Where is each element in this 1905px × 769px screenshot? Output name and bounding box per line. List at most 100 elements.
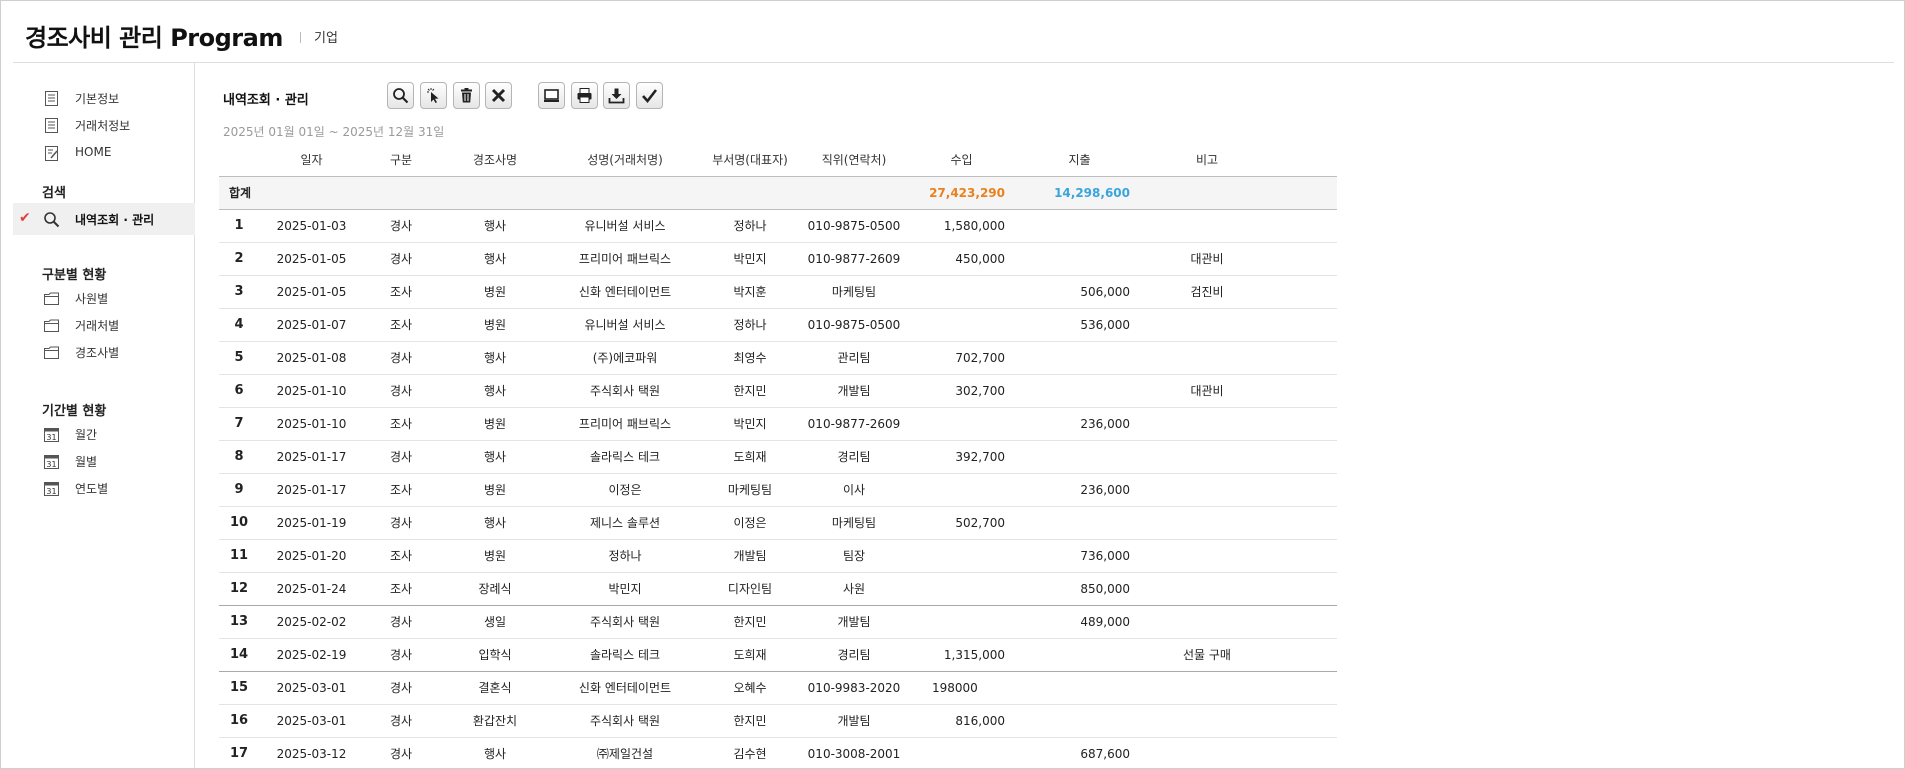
table-row[interactable]: 16 2025-03-01 경사 환갑잔치 주식회사 택원 한지민 개발팀 816,000 — [219, 704, 1337, 738]
cell-dept: 박지훈 — [698, 275, 802, 309]
cell-income — [906, 407, 1017, 441]
cell-position: 010-3008-2001 — [802, 737, 906, 768]
cell-income: 302,700 — [906, 374, 1017, 408]
cell-note — [1142, 737, 1272, 768]
cell-type: 조사 — [364, 572, 438, 606]
row-spacer — [1272, 275, 1337, 309]
cancel-button[interactable] — [485, 82, 512, 109]
table-row[interactable]: 1 2025-01-03 경사 행사 유니버설 서비스 정하나 010-9875-0500 1… — [219, 209, 1337, 243]
column-header-no — [219, 144, 259, 177]
cell-note — [1142, 671, 1272, 705]
row-number: 5 — [219, 341, 259, 375]
cell-dept: 박민지 — [698, 407, 802, 441]
column-header[interactable]: 직위(연락처) — [802, 144, 906, 177]
cell-position: 경리팀 — [802, 638, 906, 672]
sidebar-item-history[interactable]: ✔ 내역조회 · 관리 — [13, 203, 195, 235]
column-header[interactable]: 경조사명 — [438, 144, 552, 177]
cell-type: 경사 — [364, 737, 438, 768]
cell-expense: 736,000 — [1017, 539, 1142, 573]
print-button[interactable] — [571, 82, 598, 109]
column-header[interactable]: 성명(거래처명) — [552, 144, 698, 177]
table-row[interactable]: 12 2025-01-24 조사 장례식 박민지 디자인팀 사원 850,000 — [219, 572, 1337, 606]
confirm-button[interactable] — [636, 82, 663, 109]
cell-note: 대관비 — [1142, 374, 1272, 408]
table-row[interactable]: 8 2025-01-17 경사 행사 솔라릭스 테크 도희재 경리팀 392,700 — [219, 440, 1337, 474]
cell-note: 선물 구매 — [1142, 638, 1272, 672]
download-icon — [608, 88, 625, 104]
table-row[interactable]: 14 2025-02-19 경사 입학식 솔라릭스 테크 도희재 경리팀 1,315,000 선… — [219, 638, 1337, 672]
row-number: 11 — [219, 539, 259, 573]
svg-text:31: 31 — [46, 433, 56, 442]
row-number: 6 — [219, 374, 259, 408]
sidebar-item-label: 거래처별 — [75, 319, 120, 333]
column-header[interactable]: 비고 — [1142, 144, 1272, 177]
check-icon — [642, 89, 658, 104]
row-number: 15 — [219, 671, 259, 705]
cell-income — [906, 737, 1017, 768]
cell-expense — [1017, 341, 1142, 375]
cell-income — [906, 539, 1017, 573]
row-number: 10 — [219, 506, 259, 540]
cell-expense — [1017, 374, 1142, 408]
cell-dept: 도희재 — [698, 440, 802, 474]
table-row[interactable]: 5 2025-01-08 경사 행사 (주)에코파워 최영수 관리팀 702,700 — [219, 341, 1337, 375]
cell-date: 2025-03-01 — [259, 671, 364, 705]
sidebar-item-by-event[interactable]: 경조사별 — [13, 336, 195, 368]
cell-position: 개발팀 — [802, 605, 906, 639]
table-row[interactable]: 6 2025-01-10 경사 행사 주식회사 택원 한지민 개발팀 302,700 대관비 — [219, 374, 1337, 408]
cell-dept: 한지민 — [698, 605, 802, 639]
column-header[interactable]: 일자 — [259, 144, 364, 177]
table-header-row: 일자 구분 경조사명 성명(거래처명) 부서명(대표자) 직위(연락처) 수입 … — [219, 144, 1337, 177]
table-row[interactable]: 2 2025-01-05 경사 행사 프리미어 패브릭스 박민지 010-9877-2609… — [219, 242, 1337, 276]
row-number: 14 — [219, 638, 259, 672]
cell-income — [906, 275, 1017, 309]
cell-income: 198000 — [906, 671, 1017, 705]
row-spacer — [1272, 737, 1337, 768]
cell-dept: 김수현 — [698, 737, 802, 768]
delete-button[interactable] — [453, 82, 480, 109]
table-row[interactable]: 7 2025-01-10 조사 병원 프리미어 패브릭스 박민지 010-9877-2609… — [219, 407, 1337, 441]
row-spacer — [1272, 506, 1337, 540]
sidebar-item-home[interactable]: HOME — [13, 137, 195, 169]
table-row[interactable]: 15 2025-03-01 경사 결혼식 신화 엔터테이먼트 오혜수 010-9983-20… — [219, 671, 1337, 705]
header-divider — [300, 32, 301, 43]
table-row[interactable]: 13 2025-02-02 경사 생일 주식회사 택원 한지민 개발팀 489,000 — [219, 605, 1337, 639]
sidebar-item-label: 연도별 — [75, 482, 109, 496]
cell-note — [1142, 308, 1272, 342]
cell-event: 병원 — [438, 275, 552, 309]
column-header-spacer — [1272, 144, 1337, 177]
column-header[interactable]: 부서명(대표자) — [698, 144, 802, 177]
row-number: 3 — [219, 275, 259, 309]
cell-expense — [1017, 440, 1142, 474]
total-spacer — [1272, 176, 1337, 210]
cell-name: 신화 엔터테이먼트 — [552, 275, 698, 309]
table-row[interactable]: 3 2025-01-05 조사 병원 신화 엔터테이먼트 박지훈 마케팅팀 506,000 검진… — [219, 275, 1337, 309]
cell-date: 2025-01-08 — [259, 341, 364, 375]
table-row[interactable]: 10 2025-01-19 경사 행사 제니스 솔루션 이정은 마케팅팀 502,700 — [219, 506, 1337, 540]
download-button[interactable] — [603, 82, 630, 109]
table-row[interactable]: 9 2025-01-17 조사 병원 이정은 마케팅팀 이사 236,000 — [219, 473, 1337, 507]
total-label: 합계 — [219, 176, 906, 210]
select-button[interactable] — [420, 82, 447, 109]
search-button[interactable] — [387, 82, 414, 109]
monitor-icon — [544, 89, 559, 102]
screen-view-button[interactable] — [538, 82, 565, 109]
cell-event: 장례식 — [438, 572, 552, 606]
table-row[interactable]: 4 2025-01-07 조사 병원 유니버설 서비스 정하나 010-9875-0500 5… — [219, 308, 1337, 342]
cell-income: 702,700 — [906, 341, 1017, 375]
table-row[interactable]: 17 2025-03-12 경사 행사 ㈜제일건설 김수현 010-3008-2001 687… — [219, 737, 1337, 768]
sidebar-item-by-year[interactable]: 31 연도별 — [13, 472, 195, 504]
column-header[interactable]: 수입 — [906, 144, 1017, 177]
cell-type: 경사 — [364, 341, 438, 375]
column-header[interactable]: 구분 — [364, 144, 438, 177]
cell-note — [1142, 539, 1272, 573]
cell-note — [1142, 605, 1272, 639]
search-icon — [44, 212, 60, 228]
cell-type: 경사 — [364, 506, 438, 540]
cell-income: 502,700 — [906, 506, 1017, 540]
cell-type: 경사 — [364, 638, 438, 672]
cell-dept: 한지민 — [698, 374, 802, 408]
column-header[interactable]: 지출 — [1017, 144, 1142, 177]
table-row[interactable]: 11 2025-01-20 조사 병원 정하나 개발팀 팀장 736,000 — [219, 539, 1337, 573]
document-icon — [45, 91, 58, 106]
